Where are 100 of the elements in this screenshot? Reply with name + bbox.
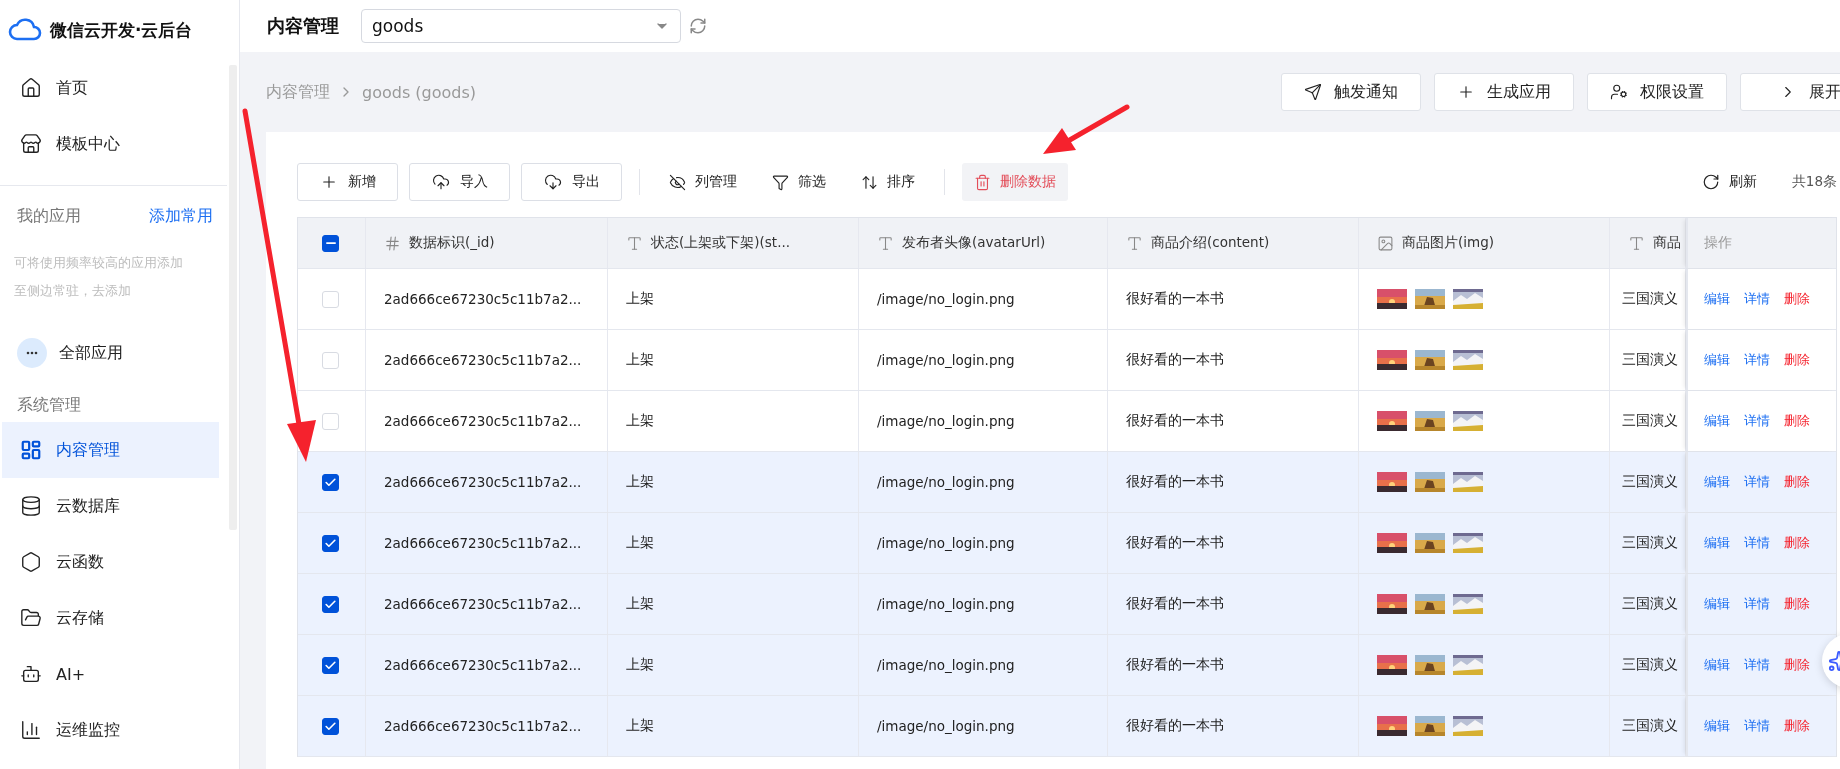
table-cell: 三国演义 [1622,351,1678,369]
sidebar-item[interactable]: 云数据库 [2,478,219,534]
eye-off-icon [669,173,686,191]
toolbar-button[interactable]: 导出 [521,163,622,201]
edit-link[interactable]: 编辑 [1704,656,1730,674]
sidebar-item[interactable]: 云函数 [2,534,219,590]
hash-icon [384,234,401,252]
edit-link[interactable]: 编辑 [1704,351,1730,369]
sidebar-item[interactable]: 首页 [2,60,219,116]
delete-data-button[interactable]: 删除数据 [962,163,1068,201]
table-cell: 很好看的一本书 [1126,412,1224,430]
checkbox[interactable] [322,595,339,613]
download-icon [543,173,562,191]
delete-link[interactable]: 删除 [1784,473,1810,491]
column-header: 操作 [1704,234,1732,252]
table-cell: 2ad666ce67230c5c11b7a2... [384,535,582,551]
table-cell: 很好看的一本书 [1126,290,1224,308]
details-link[interactable]: 详情 [1744,473,1770,491]
delete-link[interactable]: 删除 [1784,290,1810,308]
text-type-icon [877,234,894,252]
all-apps-item[interactable]: 全部应用 [0,323,239,383]
table-icon [20,439,42,461]
table-cell: 上架 [626,412,654,430]
sidebar-item[interactable]: 内容管理 [2,422,219,478]
column-header[interactable]: 商品 [1653,234,1681,252]
details-link[interactable]: 详情 [1744,290,1770,308]
table-cell: 很好看的一本书 [1126,595,1224,613]
checkbox[interactable] [322,717,339,735]
checkbox[interactable] [322,534,339,552]
upload-icon [431,173,450,191]
edit-link[interactable]: 编辑 [1704,534,1730,552]
sidebar-item[interactable]: AI+ [2,646,219,702]
section-label: 我的应用 [17,206,81,227]
checkbox[interactable] [322,234,339,252]
table-cell: 2ad666ce67230c5c11b7a2... [384,352,582,368]
sidebar-item[interactable]: 运维监控 [2,702,219,758]
edit-link[interactable]: 编辑 [1704,717,1730,735]
refresh-icon[interactable] [689,17,707,35]
details-link[interactable]: 详情 [1744,351,1770,369]
column-header[interactable]: 数据标识(_id) [409,234,495,252]
sort-icon [861,173,878,191]
details-link[interactable]: 详情 [1744,595,1770,613]
table-cell: 上架 [626,717,654,735]
delete-link[interactable]: 删除 [1784,412,1810,430]
add-favorite-link[interactable]: 添加常用 [149,206,213,227]
table-cell: 很好看的一本书 [1126,473,1224,491]
home-icon [20,77,42,99]
table-cell: 上架 [626,595,654,613]
text-type-icon [1628,234,1645,252]
bar-chart-icon [20,719,42,741]
table-cell: 很好看的一本书 [1126,656,1224,674]
checkbox[interactable] [322,473,339,491]
delete-link[interactable]: 删除 [1784,595,1810,613]
table-cell: /image/no_login.png [877,474,1015,490]
toolbar-button[interactable]: 筛选 [760,163,838,201]
toolbar-button[interactable]: 新增 [297,163,398,201]
check-icon [324,719,337,733]
column-header[interactable]: 状态(上架或下架)(st... [651,234,790,252]
delete-link[interactable]: 删除 [1784,656,1810,674]
header-button[interactable]: 展开 [1740,73,1840,111]
sidebar-item[interactable]: 模板中心 [2,116,219,172]
details-link[interactable]: 详情 [1744,534,1770,552]
table-cell: 很好看的一本书 [1126,534,1224,552]
check-icon [324,658,337,672]
store-icon [20,133,42,155]
column-header[interactable]: 发布者头像(avatarUrl) [902,234,1046,252]
database-icon [20,495,42,517]
hint-text: 可将使用频率较高的应用添加至侧边常驻，去添加 [14,254,184,300]
edit-link[interactable]: 编辑 [1704,290,1730,308]
delete-link[interactable]: 删除 [1784,717,1810,735]
details-link[interactable]: 详情 [1744,412,1770,430]
header-button[interactable]: 权限设置 [1587,73,1727,111]
edit-link[interactable]: 编辑 [1704,595,1730,613]
details-link[interactable]: 详情 [1744,656,1770,674]
toolbar-button[interactable]: 排序 [849,163,927,201]
refresh-icon [1701,173,1720,191]
delete-link[interactable]: 删除 [1784,534,1810,552]
edit-link[interactable]: 编辑 [1704,412,1730,430]
column-header[interactable]: 商品图片(img) [1402,234,1494,252]
column-header[interactable]: 商品介绍(content) [1151,234,1270,252]
toolbar-button[interactable]: 导入 [409,163,510,201]
table-cell: 三国演义 [1622,534,1678,552]
check-icon [324,597,337,611]
edit-link[interactable]: 编辑 [1704,473,1730,491]
table-cell: 2ad666ce67230c5c11b7a2... [384,291,582,307]
checkbox[interactable] [322,656,339,674]
collection-select[interactable]: goods [361,9,681,43]
refresh-button[interactable]: 刷新 [1689,163,1769,201]
header-button[interactable]: 触发通知 [1281,73,1421,111]
header-button[interactable]: 生成应用 [1434,73,1574,111]
table-cell: 2ad666ce67230c5c11b7a2... [384,657,582,673]
section-label: 系统管理 [17,395,81,414]
delete-link[interactable]: 删除 [1784,351,1810,369]
trash-icon [974,173,991,191]
text-type-icon [1126,234,1143,252]
table-cell: 上架 [626,656,654,674]
toolbar-button[interactable]: 列管理 [657,163,749,201]
details-link[interactable]: 详情 [1744,717,1770,735]
table-cell: 上架 [626,473,654,491]
sidebar-item[interactable]: 云存储 [2,590,219,646]
